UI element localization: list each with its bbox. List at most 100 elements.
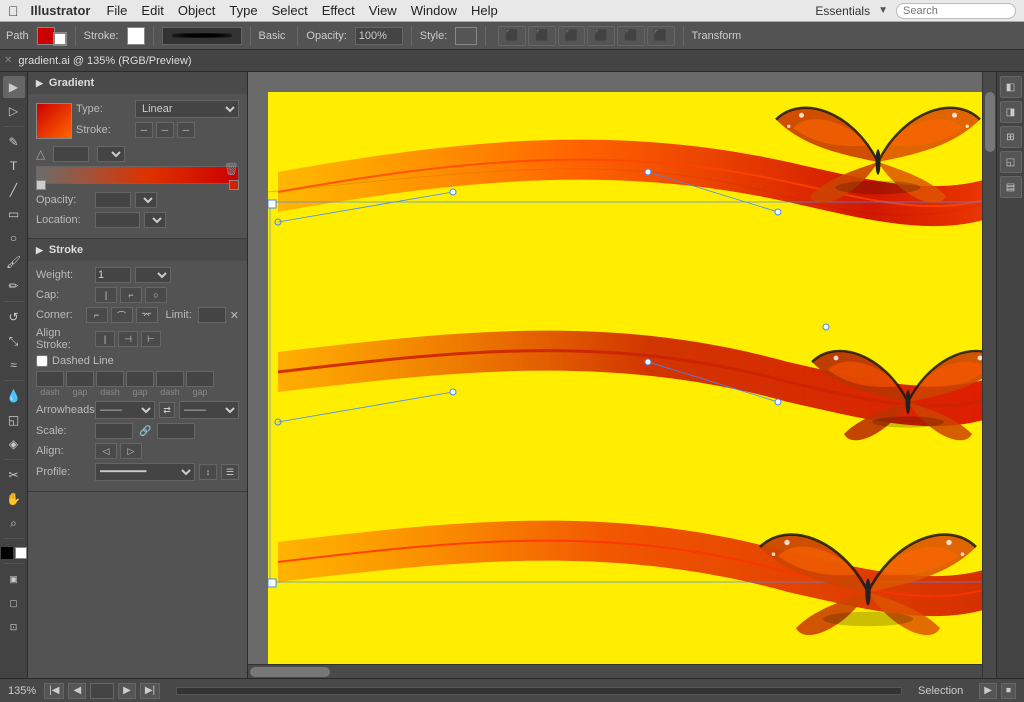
menu-effect[interactable]: Effect xyxy=(322,3,355,18)
ellipse-tool[interactable]: ○ xyxy=(3,227,25,249)
pencil-tool[interactable]: ✏ xyxy=(3,275,25,297)
gradient-color-swatch[interactable] xyxy=(36,103,72,139)
weight-select[interactable] xyxy=(135,267,171,283)
profile-flip-btn[interactable]: ↕ xyxy=(199,464,217,480)
menu-object[interactable]: Object xyxy=(178,3,216,18)
right-btn-1[interactable]: ◧ xyxy=(1000,76,1022,98)
corner-btn-3[interactable]: ⌤ xyxy=(136,307,158,323)
prev-page-btn[interactable]: ◀ xyxy=(68,683,86,699)
draw-behind-btn[interactable]: ▢ xyxy=(3,592,25,614)
menu-window[interactable]: Window xyxy=(411,3,457,18)
corner-btn-1[interactable]: ⌐ xyxy=(86,307,108,323)
opacity-input[interactable] xyxy=(355,27,403,45)
stroke-panel-header[interactable]: ▶ Stroke xyxy=(28,239,247,261)
search-input[interactable] xyxy=(896,3,1016,19)
tab-label[interactable]: gradient.ai @ 135% (RGB/Preview) xyxy=(18,55,191,67)
rect-tool[interactable]: ▭ xyxy=(3,203,25,225)
right-btn-5[interactable]: ▤ xyxy=(1000,176,1022,198)
cap-btn-2[interactable]: ⌐ xyxy=(120,287,142,303)
stroke-swatch[interactable] xyxy=(53,32,67,46)
last-page-btn[interactable]: ▶| xyxy=(140,683,160,699)
canvas[interactable] xyxy=(268,92,996,678)
scroll-thumb-horizontal[interactable] xyxy=(250,667,330,677)
right-btn-3[interactable]: ⊞ xyxy=(1000,126,1022,148)
scroll-thumb-vertical[interactable] xyxy=(985,92,995,152)
next-page-btn[interactable]: ▶ xyxy=(118,683,136,699)
right-btn-2[interactable]: ◨ xyxy=(1000,101,1022,123)
align-stroke-btn-3[interactable]: ⊢ xyxy=(141,331,161,347)
dash2[interactable] xyxy=(96,371,124,387)
align-btn-3[interactable]: ⬛ xyxy=(558,26,586,46)
align-btn-5[interactable]: ⬛ xyxy=(617,26,645,46)
dash1[interactable] xyxy=(36,371,64,387)
right-btn-4[interactable]: ◱ xyxy=(1000,151,1022,173)
menu-view[interactable]: View xyxy=(369,3,397,18)
menu-help[interactable]: Help xyxy=(471,3,498,18)
gradient-stop-left[interactable] xyxy=(36,180,46,190)
stroke-color-box[interactable] xyxy=(15,547,27,559)
align-btn-2[interactable]: ⬛ xyxy=(528,26,556,46)
stroke-color-swatch[interactable] xyxy=(127,27,145,45)
hand-tool[interactable]: ✋ xyxy=(3,488,25,510)
stroke-preview[interactable] xyxy=(162,27,242,45)
delete-stop-btn[interactable]: 🗑 xyxy=(224,162,239,176)
gradient-panel-header[interactable]: ▶ Gradient xyxy=(28,72,247,94)
opacity-field[interactable]: 10% xyxy=(95,192,131,208)
scale-input-2[interactable]: 100% xyxy=(157,423,195,439)
location-select[interactable] xyxy=(144,212,166,228)
location-input[interactable]: 11.73% xyxy=(95,212,140,228)
menu-select[interactable]: Select xyxy=(272,3,308,18)
stop-btn[interactable]: ⏹ xyxy=(1001,683,1016,699)
menu-edit[interactable]: Edit xyxy=(141,3,163,18)
cap-btn-3[interactable]: ○ xyxy=(145,287,167,303)
align-stroke-btn-1[interactable]: | xyxy=(95,331,115,347)
brush-tool[interactable]: 🖌 xyxy=(3,251,25,273)
opacity-field-select[interactable] xyxy=(135,192,157,208)
align-btn-1[interactable]: ⬛ xyxy=(498,26,526,46)
align-stroke-btn-2[interactable]: ⊣ xyxy=(118,331,138,347)
gap3[interactable] xyxy=(186,371,214,387)
stroke-icon-3[interactable]: ─ xyxy=(177,122,195,138)
gradient-stop-right[interactable] xyxy=(229,180,239,190)
profile-options-btn[interactable]: ☰ xyxy=(221,464,239,480)
line-tool[interactable]: ╱ xyxy=(3,179,25,201)
limit-input[interactable]: 10 xyxy=(198,307,226,323)
type-select[interactable]: Linear Radial xyxy=(135,100,239,118)
stroke-icon-2[interactable]: ─ xyxy=(156,122,174,138)
menu-type[interactable]: Type xyxy=(229,3,257,18)
eyedropper-tool[interactable]: 💧 xyxy=(3,385,25,407)
warp-tool[interactable]: ≈ xyxy=(3,354,25,376)
align-btn-6[interactable]: ⬛ xyxy=(647,26,675,46)
arrowhead-left-select[interactable]: —— xyxy=(95,401,155,419)
angle-select[interactable] xyxy=(97,146,125,162)
page-input[interactable]: 1 xyxy=(90,683,114,699)
gradient-tool[interactable]: ◱ xyxy=(3,409,25,431)
gap1[interactable] xyxy=(66,371,94,387)
pen-tool[interactable]: ✎ xyxy=(3,131,25,153)
first-page-btn[interactable]: |◀ xyxy=(44,683,64,699)
align-btn-4[interactable]: ⬛ xyxy=(587,26,615,46)
gap2[interactable] xyxy=(126,371,154,387)
canvas-area[interactable] xyxy=(248,72,996,678)
blend-tool[interactable]: ◈ xyxy=(3,433,25,455)
rotate-tool[interactable]: ↺ xyxy=(3,306,25,328)
align2-btn-1[interactable]: ◁ xyxy=(95,443,117,459)
tab-close[interactable]: ✕ xyxy=(4,55,12,66)
swap-arrowheads-btn[interactable]: ⇄ xyxy=(159,402,175,418)
stroke-icon-1[interactable]: ─ xyxy=(135,122,153,138)
weight-input[interactable] xyxy=(95,267,131,283)
fill-color-box[interactable] xyxy=(1,547,13,559)
direct-selection-tool[interactable]: ▷ xyxy=(3,100,25,122)
cap-btn-1[interactable]: | xyxy=(95,287,117,303)
horizontal-scrollbar[interactable] xyxy=(248,664,982,678)
dash3[interactable] xyxy=(156,371,184,387)
screen-mode-btn[interactable]: ⊡ xyxy=(3,616,25,638)
style-swatch[interactable] xyxy=(455,27,477,45)
draw-normal-btn[interactable]: ▣ xyxy=(3,568,25,590)
vertical-scrollbar[interactable] xyxy=(982,72,996,678)
scale-input-1[interactable]: 100% xyxy=(95,423,133,439)
profile-select[interactable]: ━━━━━━━ xyxy=(95,463,195,481)
align2-btn-2[interactable]: ▷ xyxy=(120,443,142,459)
corner-btn-2[interactable]: ⌒ xyxy=(111,307,133,323)
scale-tool[interactable]: ⤡ xyxy=(3,330,25,352)
